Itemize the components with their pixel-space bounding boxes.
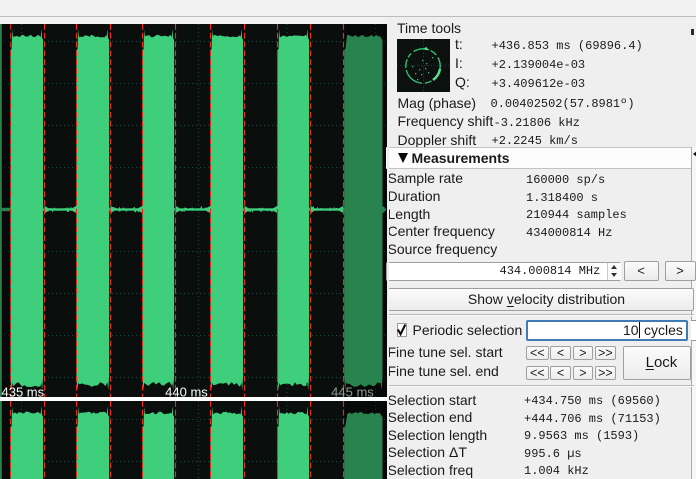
svg-text:445 ms: 445 ms: [331, 385, 374, 397]
svg-text:435 ms: 435 ms: [2, 385, 45, 397]
svg-text:440 ms: 440 ms: [165, 385, 208, 397]
